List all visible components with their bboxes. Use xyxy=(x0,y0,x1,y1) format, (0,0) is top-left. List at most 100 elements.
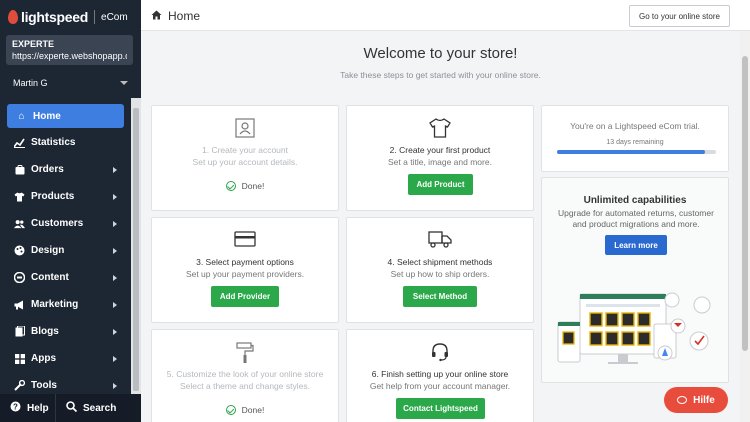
upgrade-card: Unlimited capabilities Upgrade for autom… xyxy=(541,177,729,383)
trial-progress-fill xyxy=(557,150,705,154)
sidebar-item-label: Tools xyxy=(31,380,57,391)
scrollbar-thumb[interactable] xyxy=(133,108,139,391)
step-subtitle: Set a title, image and more. xyxy=(388,157,492,167)
store-switcher[interactable]: EXPERTE https://experte.webshopapp.c... xyxy=(6,35,133,65)
step-title: 2. Create your first product xyxy=(389,145,491,155)
welcome-subtitle: Take these steps to get started with you… xyxy=(340,70,541,80)
done-label: Done! xyxy=(241,181,265,191)
step-title: 3. Select payment options xyxy=(196,257,294,267)
trial-remaining: 13 days remaining xyxy=(606,139,664,146)
svg-text:?: ? xyxy=(13,403,18,412)
done-label: Done! xyxy=(241,405,265,415)
sidebar-item-blogs[interactable]: Blogs xyxy=(0,318,131,345)
step-title: 5. Customize the look of your online sto… xyxy=(166,369,324,379)
trial-progress-bar xyxy=(557,150,716,154)
sidebar-item-customers[interactable]: Customers xyxy=(0,210,131,237)
chevron-right-icon xyxy=(113,382,117,389)
help-chat-button[interactable]: Hilfe xyxy=(664,387,728,413)
sidebar-item-label: Home xyxy=(33,110,61,122)
sidebar-item-products[interactable]: Products xyxy=(0,183,131,210)
sidebar-item-label: Content xyxy=(31,272,69,283)
learn-more-button[interactable]: Learn more xyxy=(605,235,667,255)
add-provider-button[interactable]: Add Provider xyxy=(211,286,279,307)
credit-card-icon xyxy=(152,230,338,248)
step-card-account: 1. Create your account Set up your accou… xyxy=(151,105,339,211)
sidebar-scrollbar[interactable] xyxy=(131,98,141,394)
devices-illustration xyxy=(556,290,716,370)
account-icon xyxy=(152,118,338,138)
sidebar-item-home[interactable]: ⌂ Home xyxy=(7,104,124,128)
sidebar-item-label: Statistics xyxy=(31,137,76,148)
step-card-finish: 6. Finish setting up your online store G… xyxy=(346,329,534,422)
chat-bubble-icon xyxy=(677,396,688,404)
store-name: EXPERTE xyxy=(12,39,55,49)
caret-down-icon xyxy=(120,81,128,85)
sidebar-item-label: Marketing xyxy=(31,299,79,310)
chevron-right-icon xyxy=(113,355,117,362)
flame-icon xyxy=(8,10,18,24)
search-button[interactable]: Search xyxy=(56,394,116,422)
sidebar-item-orders[interactable]: Orders xyxy=(0,156,131,183)
orders-icon xyxy=(14,164,25,175)
step-subtitle: Set up your payment providers. xyxy=(185,269,305,279)
brand-name: lightspeed xyxy=(21,9,89,25)
palette-icon xyxy=(14,245,25,256)
sidebar-item-label: Orders xyxy=(31,164,64,175)
sidebar-bottom-bar: ? Help Search xyxy=(0,394,141,422)
chevron-right-icon xyxy=(113,220,117,227)
logo[interactable]: lightspeed eCom xyxy=(8,8,128,26)
done-status: Done! xyxy=(152,405,338,415)
chevron-right-icon xyxy=(113,328,117,335)
add-product-button[interactable]: Add Product xyxy=(408,174,473,195)
step-subtitle: Set up your account details. xyxy=(192,157,298,167)
user-menu[interactable]: Martin G xyxy=(0,73,141,93)
step-card-customize: 5. Customize the look of your online sto… xyxy=(151,329,339,422)
paint-roller-icon xyxy=(152,342,338,364)
main-scrollbar[interactable] xyxy=(740,31,750,422)
search-icon xyxy=(66,401,78,415)
upgrade-title: Unlimited capabilities xyxy=(583,195,687,206)
check-circle-icon xyxy=(225,405,236,415)
trial-text: You're on a Lightspeed eCom trial. xyxy=(570,121,700,131)
sidebar-item-apps[interactable]: Apps xyxy=(0,345,131,372)
step-subtitle: Select a theme and change styles. xyxy=(180,381,310,391)
sidebar: lightspeed eCom EXPERTE https://experte.… xyxy=(0,0,141,422)
go-to-store-button[interactable]: Go to your online store xyxy=(629,5,730,27)
step-title: 4. Select shipment methods xyxy=(387,257,493,267)
scrollbar-thumb[interactable] xyxy=(742,56,748,351)
tools-icon xyxy=(14,380,25,391)
step-card-shipment: 4. Select shipment methods Set up how to… xyxy=(346,217,534,323)
home-icon xyxy=(151,10,162,23)
step-title: 1. Create your account xyxy=(202,145,288,155)
tshirt-icon xyxy=(14,191,25,202)
done-status: Done! xyxy=(152,181,338,191)
contact-lightspeed-button[interactable]: Contact Lightspeed xyxy=(396,398,485,419)
content-icon xyxy=(14,272,25,283)
sidebar-item-marketing[interactable]: Marketing xyxy=(0,291,131,318)
sidebar-item-statistics[interactable]: Statistics xyxy=(0,129,131,156)
step-card-payment: 3. Select payment options Set up your pa… xyxy=(151,217,339,323)
truck-icon xyxy=(347,230,533,248)
sidebar-item-label: Apps xyxy=(31,353,56,364)
sidebar-item-label: Design xyxy=(31,245,65,256)
blogs-icon xyxy=(14,326,25,337)
logo-divider xyxy=(94,10,96,24)
megaphone-icon xyxy=(14,299,25,310)
tshirt-icon xyxy=(347,118,533,138)
home-icon: ⌂ xyxy=(18,110,25,122)
sidebar-item-design[interactable]: Design xyxy=(0,237,131,264)
search-label: Search xyxy=(83,402,117,414)
product-name: eCom xyxy=(101,11,128,23)
user-name: Martin G xyxy=(13,78,48,88)
chevron-right-icon xyxy=(113,193,117,200)
sidebar-item-label: Customers xyxy=(31,218,84,229)
chevron-right-icon xyxy=(113,274,117,281)
trial-card: You're on a Lightspeed eCom trial. 13 da… xyxy=(541,105,729,172)
sidebar-item-label: Blogs xyxy=(31,326,59,337)
check-circle-icon xyxy=(225,181,236,191)
help-button[interactable]: ? Help xyxy=(0,394,56,422)
upgrade-text: Upgrade for automated returns, customer … xyxy=(558,208,714,229)
main-content: Welcome to your store! Take these steps … xyxy=(141,31,740,422)
sidebar-item-content[interactable]: Content xyxy=(0,264,131,291)
select-method-button[interactable]: Select Method xyxy=(403,286,477,307)
